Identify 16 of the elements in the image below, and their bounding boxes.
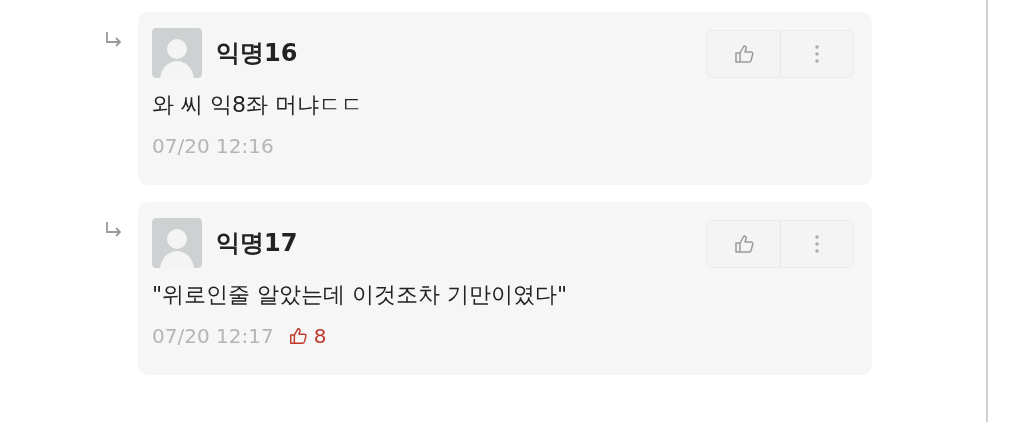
avatar-icon bbox=[152, 218, 202, 268]
avatar-icon bbox=[152, 28, 202, 78]
thumbs-up-icon bbox=[287, 326, 308, 346]
timestamp: 07/20 12:17 bbox=[152, 324, 274, 348]
thumbs-up-icon bbox=[732, 43, 755, 65]
timestamp: 07/20 12:16 bbox=[152, 134, 274, 158]
more-icon bbox=[814, 43, 820, 65]
thumbs-up-icon bbox=[732, 233, 755, 255]
comment-text: 와 씨 익8좌 머냐ㄷㄷ bbox=[152, 91, 364, 119]
reply-arrow-icon bbox=[104, 30, 124, 48]
like-count: 8 bbox=[313, 324, 327, 348]
reply-arrow-icon bbox=[104, 220, 124, 238]
author-name: 익명17 bbox=[216, 228, 298, 259]
comment-text: "위로인줄 알았는데 이것조차 기만이였다" bbox=[152, 281, 569, 309]
more-icon bbox=[814, 233, 820, 255]
author-name: 익명16 bbox=[216, 38, 298, 69]
